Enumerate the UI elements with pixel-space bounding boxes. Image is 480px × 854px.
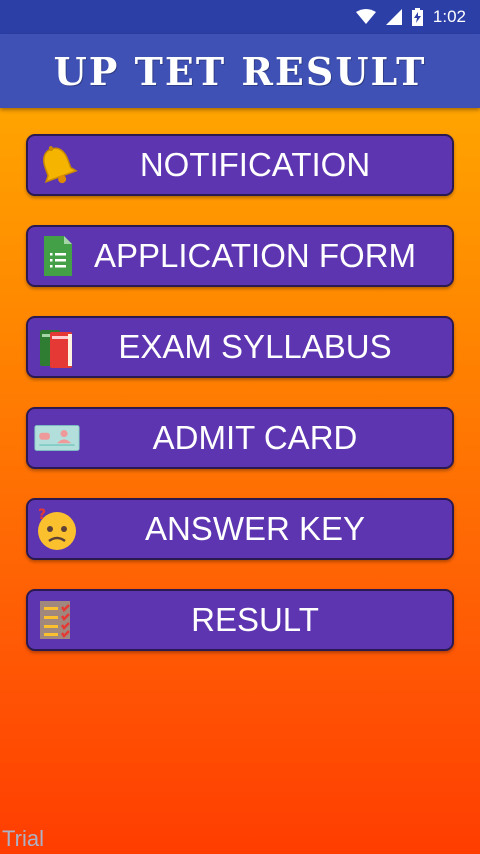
exam-syllabus-label: EXAM SYLLABUS	[118, 328, 392, 365]
notification-button[interactable]: NOTIFICATION	[26, 134, 454, 196]
result-label: RESULT	[191, 601, 319, 638]
menu-list: NOTIFICATION APPLICATION FORM EXAM SYLLA	[26, 134, 454, 680]
bell-icon	[34, 142, 80, 188]
svg-text:?: ?	[38, 507, 46, 523]
books-icon	[34, 324, 80, 370]
exam-syllabus-button[interactable]: EXAM SYLLABUS	[26, 316, 454, 378]
confused-face-icon: ?	[34, 506, 80, 552]
form-document-icon	[34, 233, 80, 279]
page-title: UP TET RESULT	[53, 48, 427, 94]
status-time: 1:02	[432, 7, 466, 26]
status-bar: 1:02	[0, 0, 480, 34]
admit-card-label: ADMIT CARD	[152, 419, 358, 456]
answer-key-label: ANSWER KEY	[144, 510, 366, 547]
application-form-button[interactable]: APPLICATION FORM	[26, 225, 454, 287]
signal-icon	[385, 9, 402, 25]
wifi-icon	[355, 9, 376, 24]
id-card-icon	[34, 415, 80, 461]
application-form-label: APPLICATION FORM	[93, 237, 417, 274]
trial-watermark: Trial	[2, 826, 44, 851]
answer-key-button[interactable]: ? ANSWER KEY	[26, 498, 454, 560]
app-bar: UP TET RESULT	[0, 34, 480, 108]
checklist-icon	[34, 597, 80, 643]
notification-label: NOTIFICATION	[139, 146, 371, 183]
result-button[interactable]: RESULT	[26, 589, 454, 651]
battery-charging-icon	[411, 8, 423, 26]
admit-card-button[interactable]: ADMIT CARD	[26, 407, 454, 469]
